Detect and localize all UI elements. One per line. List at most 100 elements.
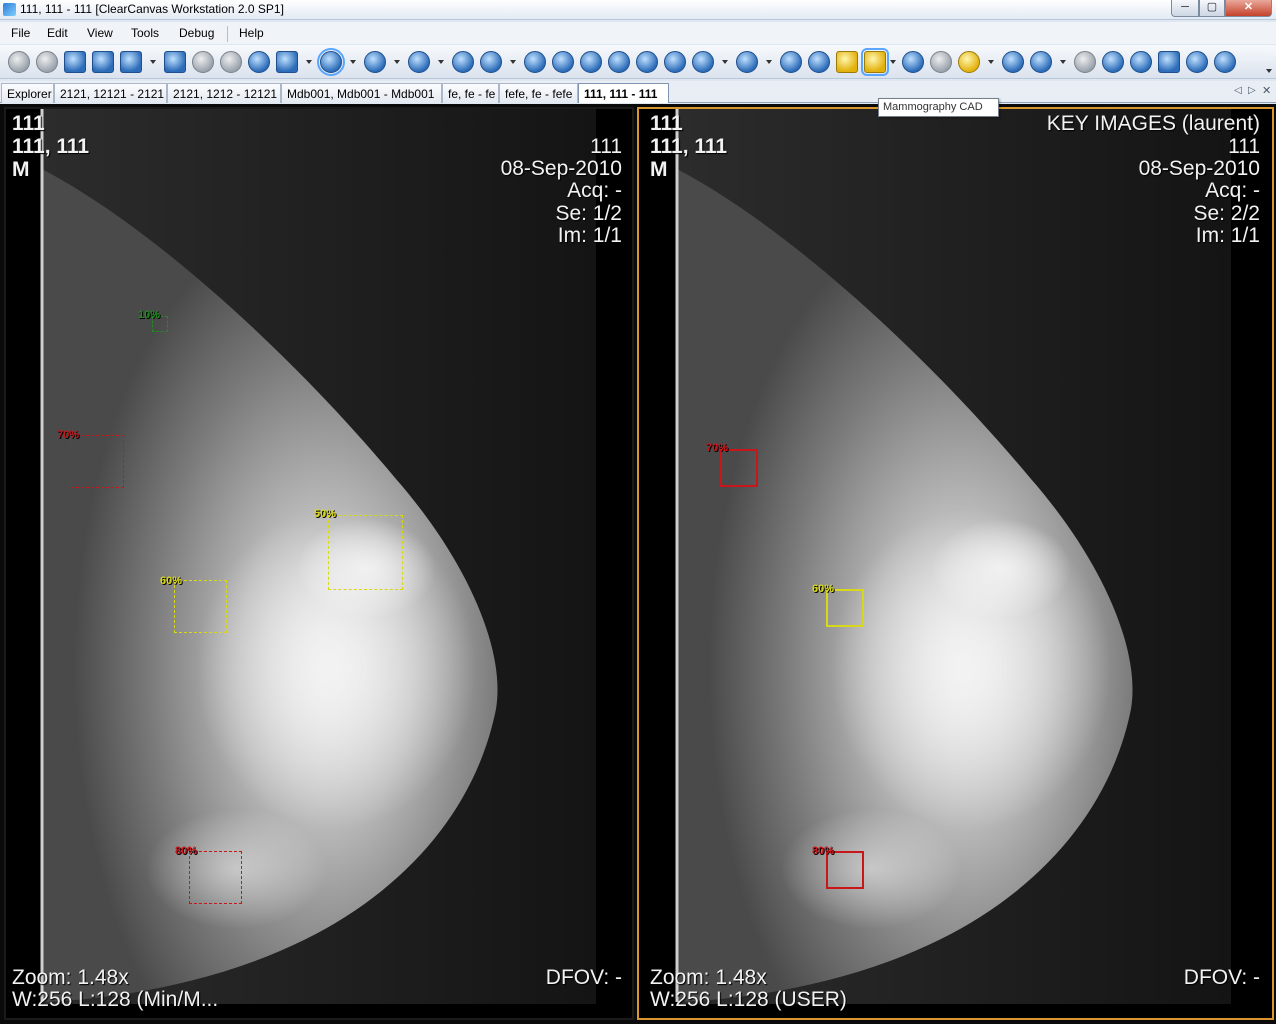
tab-study[interactable]: 2121, 12121 - 2121: [54, 83, 167, 103]
mammography-cad-icon[interactable]: [861, 48, 889, 76]
series-description: KEY IMAGES (laurent): [1046, 112, 1260, 135]
study-date: 08-Sep-2010: [500, 157, 622, 180]
flip-vertical-icon[interactable]: [580, 51, 602, 73]
window-level-dropdown-icon[interactable]: [350, 60, 356, 64]
reset-dropdown-icon[interactable]: [722, 60, 728, 64]
stop-dropdown-icon[interactable]: [766, 60, 772, 64]
title-bar: 111, 111 - 111 [ClearCanvas Workstation …: [0, 0, 1276, 20]
maximize-button[interactable]: ▢: [1199, 0, 1225, 17]
menu-edit[interactable]: Edit: [47, 26, 68, 40]
probe-dropdown-icon[interactable]: [510, 60, 516, 64]
cad-mark-box[interactable]: [720, 449, 758, 487]
magnify-dropdown-icon[interactable]: [438, 60, 444, 64]
patient-sex: M: [650, 158, 668, 181]
close-button[interactable]: ✕: [1225, 0, 1272, 17]
cad-mark-label: 70%: [57, 429, 80, 441]
measure-1-icon[interactable]: [1102, 51, 1124, 73]
dfov: DFOV: -: [1183, 966, 1260, 989]
tab-study[interactable]: 2121, 1212 - 12121: [167, 83, 281, 103]
reset-icon[interactable]: [692, 51, 714, 73]
application-window: 111, 111 - 111 [ClearCanvas Workstation …: [0, 0, 1276, 1024]
window-level: W:256 L:128 (USER): [650, 988, 847, 1011]
toolbar-overflow-icon[interactable]: [1266, 69, 1272, 73]
tab-prev-icon[interactable]: ◁: [1234, 85, 1242, 96]
cad-mark-label: 70%: [706, 442, 729, 454]
undo-icon[interactable]: [8, 51, 30, 73]
zoom-dropdown-icon[interactable]: [394, 60, 400, 64]
ruler-dropdown-icon[interactable]: [1060, 60, 1066, 64]
tab-bar: Explorer 2121, 12121 - 2121 2121, 1212 -…: [0, 81, 1276, 103]
mammography-cad-dropdown-icon[interactable]: [890, 60, 896, 64]
next-icon[interactable]: [808, 51, 830, 73]
tile-icon[interactable]: [120, 51, 142, 73]
study-date: 08-Sep-2010: [1138, 157, 1260, 180]
tab-active-study[interactable]: 111, 111 - 111: [578, 83, 669, 103]
cad-mark-box[interactable]: [189, 851, 242, 904]
measure-2-icon[interactable]: [1130, 51, 1152, 73]
sync-icon[interactable]: [836, 51, 858, 73]
cad-mark-label: 50%: [314, 508, 337, 520]
window-level: W:256 L:128 (Min/M...: [12, 988, 219, 1011]
menu-tools[interactable]: Tools: [131, 26, 159, 40]
menu-view[interactable]: View: [87, 26, 113, 40]
stop-icon[interactable]: [736, 51, 758, 73]
invert-icon[interactable]: [664, 51, 686, 73]
link-icon[interactable]: [902, 51, 924, 73]
stack-icon[interactable]: [164, 51, 186, 73]
measure-4-icon[interactable]: [1186, 51, 1208, 73]
probe-icon[interactable]: [480, 51, 502, 73]
rotate-right-icon[interactable]: [636, 51, 658, 73]
angle-icon[interactable]: [1002, 51, 1024, 73]
binoculars-icon[interactable]: [930, 51, 952, 73]
tab-next-icon[interactable]: ▷: [1248, 85, 1256, 96]
tab-study[interactable]: fefe, fe - fefe: [499, 83, 578, 103]
toolbar: [0, 45, 1276, 79]
series-number: Se: 2/2: [1193, 202, 1260, 225]
rotate-left-icon[interactable]: [608, 51, 630, 73]
menu-file[interactable]: File: [11, 26, 30, 40]
measure-3-icon[interactable]: [1158, 51, 1180, 73]
ruler-icon[interactable]: [1030, 51, 1052, 73]
cad-mark-label: 80%: [175, 845, 198, 857]
window-level-icon[interactable]: [317, 48, 345, 76]
cad-mark-box[interactable]: [328, 515, 403, 590]
light-dropdown-icon[interactable]: [988, 60, 994, 64]
menu-separator: [227, 26, 228, 42]
previous-icon[interactable]: [780, 51, 802, 73]
pan-icon[interactable]: [452, 51, 474, 73]
clipboard-icon[interactable]: [64, 51, 86, 73]
tab-explorer[interactable]: Explorer: [1, 83, 54, 103]
key-image-icon[interactable]: [192, 51, 214, 73]
tab-close-icon[interactable]: ✕: [1262, 84, 1271, 97]
cad-mark-box[interactable]: [174, 580, 227, 633]
accession: 111: [1228, 135, 1260, 158]
tooltip: Mammography CAD: [878, 98, 999, 117]
menu-help[interactable]: Help: [239, 26, 264, 40]
tab-study[interactable]: fe, fe - fe: [442, 83, 499, 103]
cad-mark-label: 60%: [160, 575, 183, 587]
measure-5-icon[interactable]: [1214, 51, 1236, 73]
copy-icon[interactable]: [276, 51, 298, 73]
tab-study[interactable]: Mdb001, Mdb001 - Mdb001: [281, 83, 442, 103]
layout-icon[interactable]: [92, 51, 114, 73]
cine-icon[interactable]: [248, 51, 270, 73]
cad-mark-box[interactable]: [71, 435, 124, 488]
copy-dropdown-icon[interactable]: [306, 60, 312, 64]
crosshair-icon[interactable]: [1074, 51, 1096, 73]
image-pane-left[interactable]: 10% 70% 50% 60% 80% 111 111, 111 M 111 0…: [4, 107, 634, 1020]
window-title: 111, 111 - 111 [ClearCanvas Workstation …: [20, 2, 284, 16]
magnify-icon[interactable]: [408, 51, 430, 73]
menu-debug[interactable]: Debug: [179, 26, 214, 40]
info-icon[interactable]: [524, 51, 546, 73]
tile-dropdown-icon[interactable]: [150, 60, 156, 64]
menu-bar: File Edit View Tools Debug Help: [0, 22, 1276, 44]
flip-horizontal-icon[interactable]: [552, 51, 574, 73]
light-icon[interactable]: [958, 51, 980, 73]
image-pane-right[interactable]: 70% 60% 80% 111 111, 111 M KEY IMAGES (l…: [637, 107, 1274, 1020]
redo-icon[interactable]: [36, 51, 58, 73]
zoom-level: Zoom: 1.48x: [650, 966, 767, 989]
minimize-button[interactable]: ─: [1171, 0, 1199, 17]
zoom-icon[interactable]: [364, 51, 386, 73]
key-image-add-icon[interactable]: [220, 51, 242, 73]
patient-name: 111, 111: [12, 135, 90, 158]
